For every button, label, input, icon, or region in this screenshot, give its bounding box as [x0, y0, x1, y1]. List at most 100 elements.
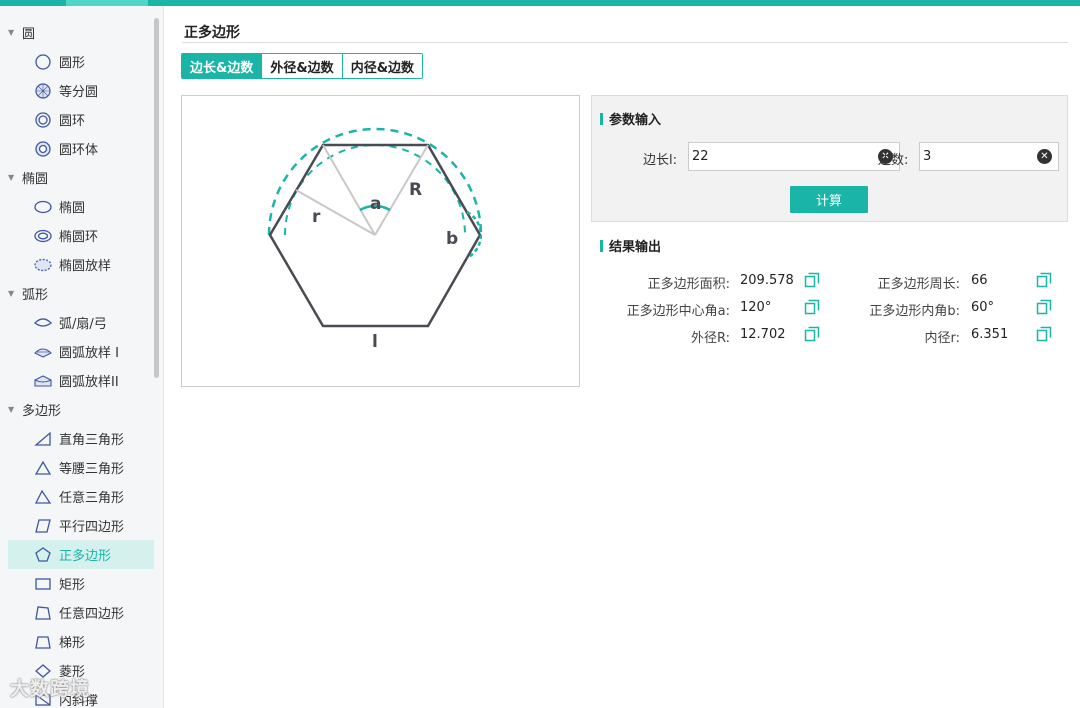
sidebar-item-trapezoid[interactable]: 梯形: [8, 627, 154, 656]
rectangle-icon: [34, 575, 52, 593]
clear-icon[interactable]: ✕: [1037, 149, 1052, 164]
sidebar: ▼ 圆 圆形 等分圆 圆环 圆环体 ▼ 椭圆 椭圆 椭圆环 椭圆放样 ▼ 弧形 弧/扇…: [0, 6, 164, 708]
page-title: 正多边形: [184, 25, 240, 41]
output-title-text: 结果输出: [609, 240, 662, 255]
sidebar-item-regular-polygon[interactable]: 正多边形: [8, 540, 154, 569]
sidebar-item-label: 圆环: [59, 114, 86, 129]
sidebar-item-label: 等腰三角形: [59, 462, 125, 477]
sidebar-scrollbar[interactable]: [154, 18, 159, 378]
caret-down-icon: ▼: [8, 405, 15, 414]
side-count-label: 边数:: [878, 153, 909, 168]
ellipse-layout-icon: [34, 256, 52, 274]
sidebar-item-ellipse[interactable]: 椭圆: [8, 192, 154, 221]
sidebar-group-circle[interactable]: ▼ 圆: [0, 18, 150, 47]
label-r: r: [312, 207, 321, 227]
sidebar-item-isosceles-triangle[interactable]: 等腰三角形: [8, 453, 154, 482]
right-triangle-icon: [34, 430, 52, 448]
input-section-title: 参数输入: [600, 109, 661, 128]
sidebar-group-polygon[interactable]: ▼ 多边形: [0, 395, 150, 424]
sidebar-item-arc-fan-bow[interactable]: 弧/扇/弓: [8, 308, 154, 337]
sidebar-item-label: 椭圆: [59, 201, 86, 216]
perimeter-value: 66: [971, 273, 988, 288]
copy-icon[interactable]: [1036, 299, 1052, 315]
sidebar-item-label: 弧/扇/弓: [59, 317, 107, 332]
arc-layout-icon: [34, 343, 52, 361]
sidebar-item-label: 直角三角形: [59, 433, 125, 448]
label-b: b: [446, 229, 458, 249]
side-length-input[interactable]: [692, 149, 899, 164]
sidebar-item-ring[interactable]: 圆环: [8, 105, 154, 134]
caret-down-icon: ▼: [8, 173, 15, 182]
tab-inner-radius-count[interactable]: 内径&边数: [342, 54, 423, 78]
ellipse-icon: [34, 198, 52, 216]
label-l: l: [372, 332, 378, 352]
watermark-logo: 大数跨境: [10, 678, 91, 700]
ellipse-ring-icon: [34, 227, 52, 245]
tab-side-length-count[interactable]: 边长&边数: [182, 54, 263, 78]
caret-down-icon: ▼: [8, 289, 15, 298]
perimeter-label: 正多边形周长:: [877, 277, 960, 292]
section-marker: [600, 239, 603, 252]
sidebar-group-arc[interactable]: ▼ 弧形: [0, 279, 150, 308]
section-marker: [600, 112, 603, 125]
center-angle-value: 120°: [740, 300, 772, 315]
group-label: 圆: [22, 27, 36, 42]
outer-radius-label: 外径R:: [690, 331, 730, 346]
sidebar-item-label: 圆形: [59, 56, 86, 71]
sidebar-item-arc-layout-1[interactable]: 圆弧放样 I: [8, 337, 154, 366]
sidebar-item-label: 等分圆: [59, 85, 99, 100]
sidebar-item-any-quadrilateral[interactable]: 任意四边形: [8, 598, 154, 627]
ring-icon: [34, 111, 52, 129]
title-divider: [182, 42, 1068, 43]
sidebar-item-label: 圆弧放样 I: [59, 346, 119, 361]
arc-icon: [34, 314, 52, 332]
sidebar-item-circle[interactable]: 圆形: [8, 47, 154, 76]
inner-angle-label: 正多边形内角b:: [869, 304, 960, 319]
sidebar-group-ellipse[interactable]: ▼ 椭圆: [0, 163, 150, 192]
group-label: 弧形: [22, 288, 49, 303]
sidebar-item-label: 梯形: [59, 636, 86, 651]
sidebar-item-parallelogram[interactable]: 平行四边形: [8, 511, 154, 540]
mode-tabs: 边长&边数 外径&边数 内径&边数: [181, 53, 424, 79]
outer-radius-value: 12.702: [740, 327, 786, 342]
group-label: 椭圆: [22, 172, 49, 187]
copy-icon[interactable]: [1036, 326, 1052, 342]
output-section-title: 结果输出: [600, 236, 661, 255]
pentagon-icon: [34, 546, 52, 564]
triangle-icon: [34, 488, 52, 506]
arc-layout-2-icon: [34, 372, 52, 390]
sidebar-item-label: 椭圆放样: [59, 259, 112, 274]
copy-icon[interactable]: [1036, 272, 1052, 288]
calculate-button[interactable]: 计算: [790, 186, 868, 213]
side-count-field[interactable]: ✕: [919, 142, 1059, 171]
ring-body-icon: [34, 140, 52, 158]
parallelogram-icon: [34, 517, 52, 535]
inner-radius-label: 内径r:: [924, 331, 961, 346]
sidebar-item-any-triangle[interactable]: 任意三角形: [8, 482, 154, 511]
sidebar-item-ellipse-layout[interactable]: 椭圆放样: [8, 250, 154, 279]
inner-radius-value: 6.351: [971, 327, 1009, 342]
sidebar-item-arc-layout-2[interactable]: 圆弧放样II: [8, 366, 154, 395]
side-length-field[interactable]: ✕: [688, 142, 900, 171]
sidebar-item-equal-circle[interactable]: 等分圆: [8, 76, 154, 105]
trapezoid-icon: [34, 633, 52, 651]
sidebar-item-label: 平行四边形: [59, 520, 125, 535]
equal-divided-circle-icon: [34, 82, 52, 100]
hexagon-diagram-svg: a R r b l: [267, 127, 483, 352]
side-length-label: 边长l:: [643, 153, 677, 168]
area-value: 209.578: [740, 273, 794, 288]
sidebar-item-right-triangle[interactable]: 直角三角形: [8, 424, 154, 453]
sidebar-item-label: 正多边形: [59, 549, 112, 564]
sidebar-item-ring-body[interactable]: 圆环体: [8, 134, 154, 163]
area-label: 正多边形面积:: [647, 277, 730, 292]
group-label: 多边形: [22, 404, 62, 419]
sidebar-item-label: 圆环体: [59, 143, 99, 158]
sidebar-item-ellipse-ring[interactable]: 椭圆环: [8, 221, 154, 250]
sidebar-item-rectangle[interactable]: 矩形: [8, 569, 154, 598]
input-title-text: 参数输入: [609, 113, 662, 128]
label-a: a: [370, 194, 381, 214]
sidebar-item-label: 圆弧放样II: [59, 375, 119, 390]
sidebar-item-label: 任意四边形: [59, 607, 125, 622]
inner-angle-value: 60°: [971, 300, 995, 315]
tab-outer-radius-count[interactable]: 外径&边数: [262, 54, 343, 78]
